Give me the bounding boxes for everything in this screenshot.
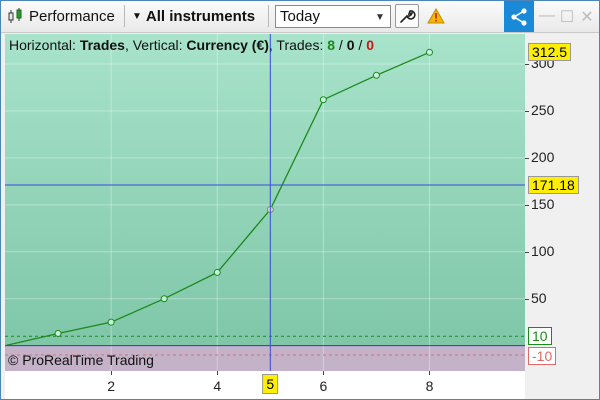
chevron-down-icon: ▼ <box>375 11 385 23</box>
instrument-selector-label: All instruments <box>145 7 256 25</box>
y-tick-label: 200 <box>531 148 555 165</box>
data-point <box>54 329 62 337</box>
dropdown-arrow-icon: ▼ <box>132 10 142 22</box>
maximize-icon[interactable]: ☐ <box>559 7 575 27</box>
y-tick-label: 250 <box>531 101 555 118</box>
legend-vertical-prefix: , Vertical: <box>124 37 187 53</box>
wrench-icon[interactable] <box>395 4 419 28</box>
y-tick-mark <box>525 64 529 66</box>
x-tick-mark <box>111 371 113 375</box>
data-point <box>107 318 115 326</box>
y-tick-label: 50 <box>531 289 547 306</box>
y-tick-label: 150 <box>531 195 555 212</box>
y-tick-label: 100 <box>531 242 555 259</box>
performance-title[interactable]: Performance <box>29 4 115 28</box>
toolbar: Performance ▼ All instruments Today ▼ — … <box>1 1 599 33</box>
y-tick-mark <box>525 298 529 300</box>
warning-icon[interactable] <box>425 4 447 28</box>
legend-trades-total: 8 <box>327 37 336 53</box>
y-tick-mark <box>525 157 529 159</box>
y-tick-mark <box>525 204 529 206</box>
data-point <box>319 96 327 104</box>
close-icon[interactable]: ✕ <box>579 7 595 27</box>
period-select-value: Today <box>280 8 321 25</box>
window-controls: — ☐ ✕ <box>539 7 595 27</box>
legend-slash: / <box>354 37 367 53</box>
toolbar-separator <box>268 5 269 27</box>
x-axis[interactable]: 2 4 6 8 5 <box>5 371 525 399</box>
threshold-negative-label: -10 <box>528 347 557 366</box>
legend-slash: / <box>335 37 347 53</box>
candlestick-chart-icon[interactable] <box>6 4 28 28</box>
x-tick-mark <box>323 371 325 375</box>
data-point <box>213 268 221 276</box>
legend-trades-losing: 0 <box>366 37 374 53</box>
x-tick-label: 2 <box>107 378 116 394</box>
crosshair-y-badge: 171.18 <box>528 175 579 194</box>
y-tick-mark <box>525 110 529 112</box>
data-point <box>372 71 380 79</box>
legend-trades-prefix: , Trades: <box>268 37 328 53</box>
x-tick-mark <box>429 371 431 375</box>
plot-background <box>5 34 525 371</box>
chart-plot-area[interactable]: Horizontal: Trades, Vertical: Currency (… <box>5 34 525 371</box>
legend-vertical-value: Currency (€) <box>186 37 269 53</box>
last-value-badge: 312.5 <box>528 43 572 62</box>
y-tick-mark <box>525 251 529 253</box>
toolbar-separator <box>124 5 125 27</box>
x-tick-label: 6 <box>319 378 328 394</box>
copyright-label: © ProRealTime Trading <box>8 352 154 368</box>
x-tick-mark <box>217 371 219 375</box>
threshold-positive-label: 10 <box>528 327 552 346</box>
share-icon[interactable] <box>504 1 534 32</box>
performance-window: Performance ▼ All instruments Today ▼ — … <box>0 0 600 400</box>
chart-legend: Horizontal: Trades, Vertical: Currency (… <box>9 37 374 53</box>
period-select[interactable]: Today ▼ <box>275 5 391 28</box>
y-axis[interactable]: 50 100 150 200 250 300 312.5 171.18 10 -10 <box>525 34 597 371</box>
instrument-selector[interactable]: ▼ All instruments <box>132 4 255 28</box>
x-tick-label: 4 <box>213 378 222 394</box>
data-point <box>160 295 168 303</box>
legend-horizontal-prefix: Horizontal: <box>9 37 80 53</box>
crosshair-x-badge: 5 <box>262 374 279 394</box>
data-point <box>425 48 433 56</box>
legend-trades-mid: 0 <box>346 37 355 53</box>
x-tick-label: 8 <box>425 378 434 394</box>
performance-chart <box>5 34 525 371</box>
legend-horizontal-value: Trades <box>79 37 125 53</box>
minimize-icon[interactable]: — <box>539 7 555 27</box>
